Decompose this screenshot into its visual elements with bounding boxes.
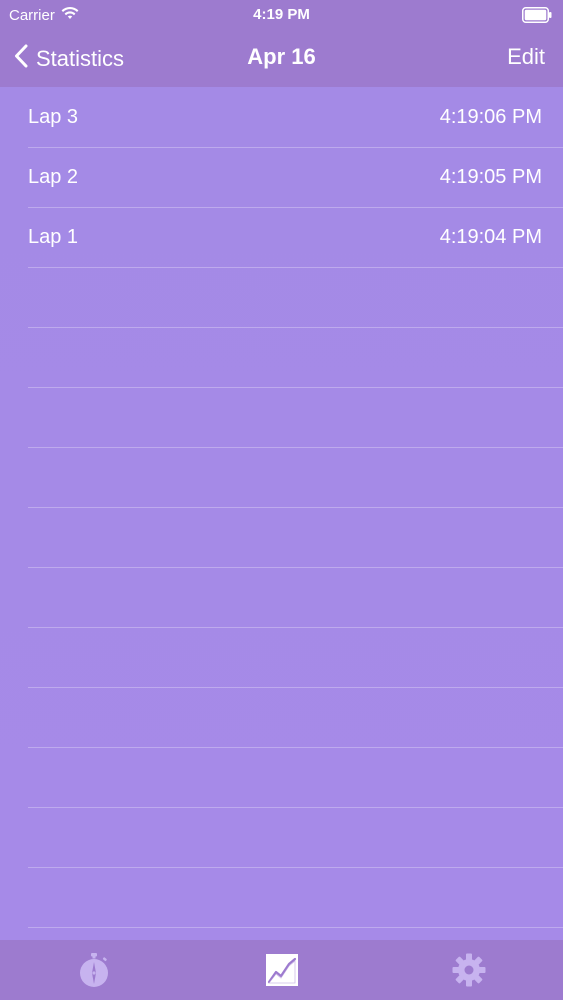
empty-row bbox=[28, 808, 563, 868]
status-time: 4:19 PM bbox=[253, 6, 310, 23]
empty-row bbox=[28, 448, 563, 508]
battery-icon bbox=[522, 7, 552, 23]
empty-row bbox=[28, 688, 563, 748]
stopwatch-icon bbox=[77, 952, 111, 993]
chart-icon bbox=[265, 953, 299, 992]
empty-row bbox=[28, 268, 563, 328]
lap-label: Lap 1 bbox=[28, 226, 79, 248]
empty-row bbox=[28, 328, 563, 388]
page-title: Apr 16 bbox=[247, 44, 316, 69]
tab-statistics[interactable] bbox=[262, 952, 302, 992]
lap-label: Lap 2 bbox=[28, 166, 79, 188]
lap-label: Lap 3 bbox=[28, 106, 79, 128]
empty-row bbox=[28, 388, 563, 448]
gear-icon bbox=[451, 952, 487, 993]
lap-row[interactable]: Lap 1 4:19:04 PM bbox=[28, 208, 563, 268]
empty-row bbox=[28, 508, 563, 568]
empty-row bbox=[28, 628, 563, 688]
tab-settings[interactable] bbox=[449, 952, 489, 992]
empty-row bbox=[28, 868, 563, 928]
lap-time: 4:19:06 PM bbox=[439, 106, 542, 128]
lap-list: Lap 3 4:19:06 PM Lap 2 4:19:05 PM Lap 1 … bbox=[0, 88, 563, 940]
tab-bar bbox=[0, 940, 563, 1000]
navigation-bar: Statistics Apr 16 Edit bbox=[0, 30, 563, 87]
lap-time: 4:19:04 PM bbox=[439, 226, 542, 248]
edit-button[interactable]: Edit bbox=[507, 44, 545, 70]
empty-row bbox=[28, 568, 563, 628]
empty-row bbox=[28, 748, 563, 808]
tab-stopwatch[interactable] bbox=[74, 952, 114, 992]
lap-row[interactable]: Lap 3 4:19:06 PM bbox=[28, 88, 563, 148]
lap-time: 4:19:05 PM bbox=[439, 166, 542, 188]
lap-row[interactable]: Lap 2 4:19:05 PM bbox=[28, 148, 563, 208]
status-bar: Carrier 4:19 PM bbox=[0, 0, 563, 30]
